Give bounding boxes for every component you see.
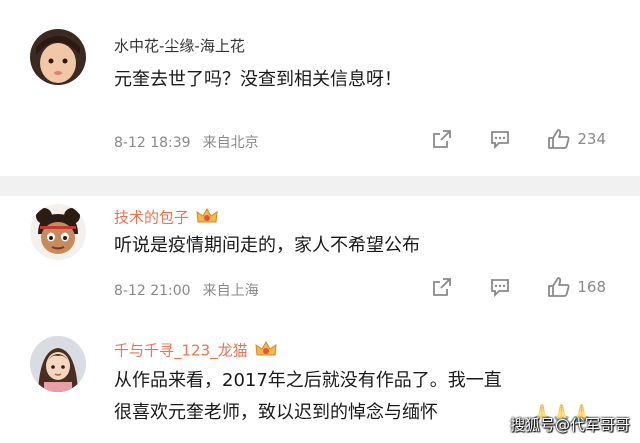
share-icon	[433, 278, 452, 296]
comment-text: 听说是疫情期间走的，家人不希望公布	[114, 230, 420, 262]
like-count: 234	[577, 130, 606, 148]
username[interactable]: 水中花-尘缘-海上花	[114, 37, 245, 55]
username[interactable]: 技术的包子	[114, 206, 219, 230]
comment-line: 听说是疫情期间走的，家人不希望公布	[114, 235, 420, 256]
share-button[interactable]	[431, 128, 453, 150]
thumbs-up-icon	[548, 129, 570, 149]
username[interactable]: 千与千寻_123_龙猫	[114, 339, 278, 363]
anime-girl-avatar-icon	[30, 336, 86, 392]
comment-button[interactable]	[489, 276, 511, 298]
comment-meta: 8-12 21:00 来自上海	[114, 280, 259, 300]
comment-icon	[491, 279, 510, 298]
child-avatar-icon	[30, 29, 86, 85]
watermark: 搜狐号@代军哥哥	[509, 416, 630, 434]
like-button[interactable]: 234	[547, 128, 606, 150]
share-icon	[433, 130, 452, 148]
vip-crown-badge-icon	[254, 339, 278, 363]
comment-actions: 168	[431, 276, 606, 298]
comment-text: 元奎去世了吗？没查到相关信息呀！	[114, 64, 402, 96]
comment-card-2: 技术的包子 听说是疫情期间走的，家人不希望公布 8-12 21:00 来自上海 1…	[0, 196, 640, 317]
avatar[interactable]	[30, 29, 86, 85]
comment-card-1: 水中花-尘缘-海上花 元奎去世了吗？没查到相关信息呀！ 8-12 18:39 来自…	[0, 0, 640, 176]
divider	[0, 176, 640, 196]
comment-button[interactable]	[489, 128, 511, 150]
comment-text: 从作品来看，2017年之后就没有作品了。我一直 很喜欢元奎老师，致以迟到的悼念与…	[114, 365, 502, 429]
like-button[interactable]: 168	[547, 276, 606, 298]
vip-crown-badge-icon	[195, 206, 219, 230]
comment-line: 从作品来看，2017年之后就没有作品了。我一直	[114, 370, 502, 391]
comment-meta: 8-12 18:39 来自北京	[114, 132, 259, 152]
comment-line: 元奎去世了吗？没查到相关信息呀！	[114, 69, 402, 90]
comment-actions: 234	[431, 128, 606, 150]
share-button[interactable]	[431, 276, 453, 298]
comment-icon	[491, 131, 510, 150]
comment-date: 8-12 21:00	[114, 283, 191, 299]
comment-location: 来自北京	[202, 135, 259, 151]
like-count: 168	[577, 278, 606, 296]
comment-date: 8-12 18:39	[114, 135, 191, 151]
comment-location: 来自上海	[202, 283, 259, 299]
cartoon-avatar-icon	[30, 204, 86, 260]
avatar[interactable]	[30, 336, 86, 392]
username-text: 技术的包子	[114, 208, 190, 227]
thumbs-up-icon	[548, 277, 570, 297]
username-text: 千与千寻_123_龙猫	[114, 341, 248, 360]
comment-line: 很喜欢元奎老师，致以迟到的悼念与缅怀	[114, 402, 438, 423]
avatar[interactable]	[30, 204, 86, 260]
